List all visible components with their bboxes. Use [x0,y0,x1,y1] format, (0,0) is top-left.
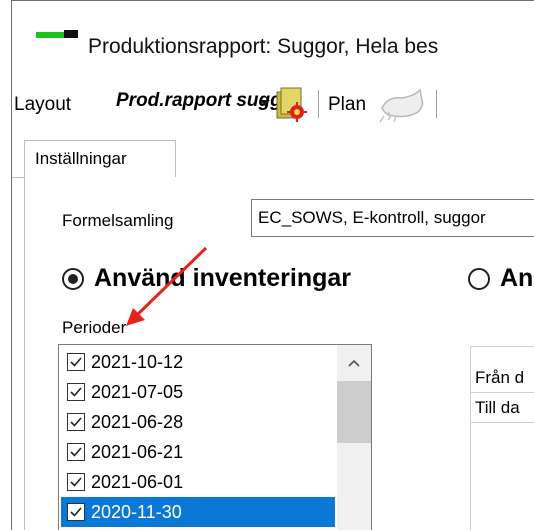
grid-row-to[interactable]: Till da [471,393,534,423]
pig-icon[interactable] [378,86,428,124]
scrollbar-thumb[interactable] [337,381,371,443]
toolbar: Layout Prod.rapport sugg Plan [12,80,534,126]
formelsamling-field[interactable]: EC_SOWS, E-kontroll, suggor [251,199,534,237]
plan-label: Plan [328,94,367,115]
formelsamling-label: Formelsamling [62,211,174,230]
radio-other-option[interactable]: An [468,264,533,298]
period-list[interactable]: 2021-10-12 2021-07-05 2021-06-28 2021-06… [58,344,372,530]
checkbox-checked-icon[interactable] [67,413,85,431]
list-item[interactable]: 2021-07-05 [61,377,335,407]
date-range-grid: Från d Till da [470,346,534,530]
window-title: Produktionsrapport: Suggor, Hela bes [88,35,439,58]
grid-row-from[interactable]: Från d [471,363,534,393]
app-logo-icon [36,28,80,44]
radio-use-inventory[interactable]: Använd inventeringar [62,264,351,298]
checkbox-checked-icon[interactable] [67,503,85,521]
period-list-scrollbar[interactable] [337,345,371,530]
list-item-label: 2021-07-05 [91,382,184,402]
tab-installningar[interactable]: Inställningar [24,140,176,178]
list-item-label: 2021-06-28 [91,412,184,432]
toolbar-separator [436,90,437,118]
list-item-label: 2021-06-21 [91,442,184,462]
layout-dropdown[interactable]: Prod.rapport sugg [116,90,282,118]
checkbox-checked-icon[interactable] [67,383,85,401]
radio-selected-icon[interactable] [62,267,84,290]
list-item-selected[interactable]: 2020-11-30 [61,497,335,527]
list-item[interactable]: 2021-10-12 [61,347,335,377]
layout-label: Layout [14,94,72,115]
perioder-label: Perioder [62,318,127,337]
scroll-up-arrow-icon[interactable] [348,359,360,367]
radio-unselected-icon[interactable] [468,267,490,290]
checkbox-checked-icon[interactable] [67,473,85,491]
radio-use-inventory-label: Använd inventeringar [94,264,351,292]
checkbox-checked-icon[interactable] [67,443,85,461]
list-item-label: 2021-06-01 [91,472,184,492]
list-item[interactable]: 2021-06-21 [61,437,335,467]
list-item-label: 2021-10-12 [91,352,184,372]
layout-dropdown-value: Prod.rapport sugg [116,90,282,111]
list-item-label: 2020-11-30 [91,502,182,522]
title-bar: Produktionsrapport: Suggor, Hela bes [12,24,534,68]
checkbox-checked-icon[interactable] [67,353,85,371]
list-item[interactable]: 2021-06-01 [61,467,335,497]
app-window: Produktionsrapport: Suggor, Hela bes Lay… [0,0,534,530]
tab-strip: Inställningar [12,140,534,178]
list-item[interactable]: 2021-06-28 [61,407,335,437]
layout-settings-icon[interactable] [275,86,309,122]
toolbar-separator [318,90,319,118]
radio-other-label: An [500,264,534,292]
chevron-down-icon[interactable] [260,100,270,106]
